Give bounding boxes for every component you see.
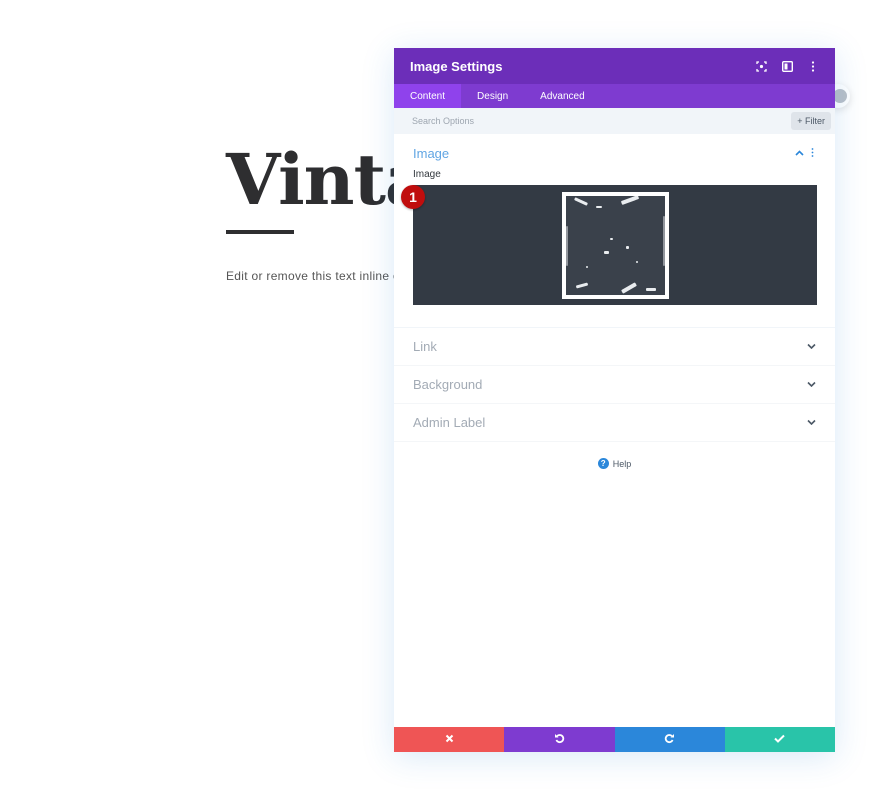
image-settings-modal: Image Settings Content Design Advanced +… — [394, 48, 835, 752]
page: Vintag Edit or remove this text inline o… — [0, 0, 880, 811]
section-admin-label-title: Admin Label — [413, 415, 486, 430]
tab-advanced[interactable]: Advanced — [524, 84, 600, 108]
undo-button[interactable] — [504, 727, 615, 752]
section-image-title: Image — [413, 146, 450, 161]
redo-icon — [664, 733, 675, 747]
filter-button[interactable]: + Filter — [791, 112, 831, 130]
help-icon: ? — [597, 458, 609, 469]
grunge-texture-thumbnail — [561, 191, 669, 299]
thumbnail-texture — [565, 195, 665, 295]
redo-button[interactable] — [614, 727, 725, 752]
chevron-down-icon[interactable] — [805, 341, 817, 352]
modal-title: Image Settings — [410, 58, 503, 74]
image-field-label: Image — [413, 169, 441, 180]
discard-button[interactable] — [394, 727, 505, 752]
hero-text[interactable]: Edit or remove this text inline or — [226, 269, 404, 283]
search-options-input[interactable] — [412, 116, 792, 126]
undo-icon — [554, 733, 565, 747]
help-link[interactable]: ? Help — [394, 458, 835, 469]
tab-content[interactable]: Content — [394, 84, 462, 108]
save-button[interactable] — [724, 727, 835, 752]
chevron-down-icon[interactable] — [805, 417, 817, 428]
tab-bar: Content Design Advanced — [394, 84, 835, 108]
modal-footer — [394, 727, 835, 752]
split-view-icon[interactable] — [781, 60, 793, 72]
section-image: Image Image 1 — [394, 134, 835, 328]
section-more-icon[interactable] — [807, 147, 817, 160]
expand-icon[interactable] — [755, 60, 767, 72]
modal-header[interactable]: Image Settings — [394, 48, 835, 84]
close-icon — [445, 734, 454, 746]
bubble-icon — [833, 89, 847, 103]
step-badge: 1 — [401, 185, 425, 209]
search-row: + Filter — [394, 108, 835, 134]
section-link-title: Link — [413, 339, 437, 354]
section-background[interactable]: Background — [394, 366, 835, 404]
image-upload-preview[interactable]: 1 — [401, 185, 817, 305]
section-background-title: Background — [413, 377, 483, 392]
tab-design[interactable]: Design — [461, 84, 524, 108]
section-image-header[interactable]: Image — [413, 146, 817, 161]
section-admin-label[interactable]: Admin Label — [394, 404, 835, 442]
chevron-up-icon[interactable] — [793, 148, 805, 159]
header-icons — [755, 60, 819, 72]
chevron-down-icon[interactable] — [805, 379, 817, 390]
more-options-icon[interactable] — [807, 60, 819, 72]
section-link[interactable]: Link — [394, 328, 835, 366]
help-label: Help — [612, 458, 632, 469]
check-icon — [774, 734, 786, 746]
hero-divider — [226, 230, 294, 234]
